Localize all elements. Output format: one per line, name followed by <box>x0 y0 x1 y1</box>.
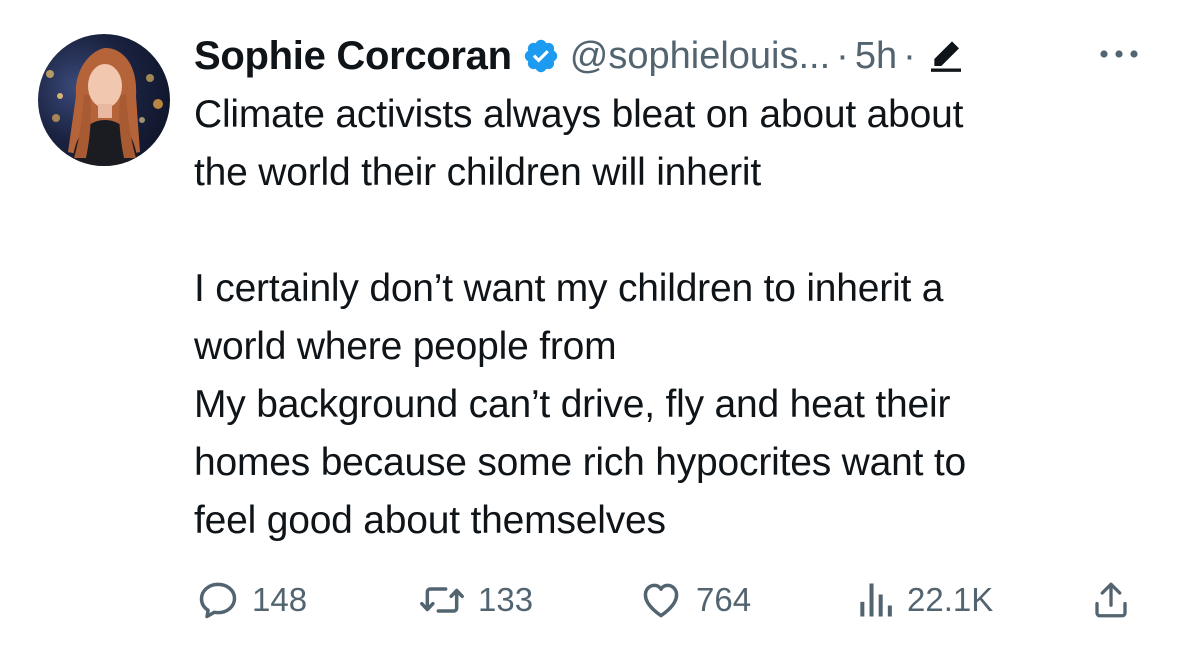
repost-icon <box>420 587 464 613</box>
tweet-card[interactable]: Sophie Corcoran @sophielouis... · 5h · C… <box>0 0 1179 652</box>
like-button[interactable]: 764 <box>638 570 751 630</box>
tweet-line: homes because some rich hypocrites want … <box>194 441 966 484</box>
edited-pencil-icon[interactable] <box>926 36 966 76</box>
repost-button[interactable]: 133 <box>418 570 533 630</box>
avatar[interactable] <box>38 34 170 166</box>
views-count: 22.1K <box>907 581 994 618</box>
tweet-text: Climate activists always bleat on about … <box>194 86 1154 550</box>
tweet-line: Climate activists always bleat on about … <box>194 93 964 136</box>
share-button[interactable] <box>1090 570 1132 630</box>
verified-badge-icon[interactable] <box>522 37 560 75</box>
tweet-header: Sophie Corcoran @sophielouis... · 5h · <box>194 28 966 84</box>
repost-count: 133 <box>478 581 534 618</box>
tweet-line: the world their children will inherit <box>194 151 762 194</box>
reply-icon <box>199 582 237 619</box>
tweet-line: My background can’t drive, fly and heat … <box>194 383 951 426</box>
like-heart-icon <box>643 583 679 618</box>
more-options-icon[interactable] <box>1097 44 1141 64</box>
tweet-line: I certainly don’t want my children to in… <box>194 267 944 310</box>
tweet-timestamp[interactable]: 5h <box>855 35 897 78</box>
like-count: 764 <box>696 581 752 618</box>
author-handle[interactable]: @sophielouis... <box>570 35 830 78</box>
reply-count: 148 <box>252 581 308 618</box>
separator-dot: · <box>836 34 849 77</box>
action-bar: 148 133 764 22.1K <box>0 570 1179 630</box>
views-bar-chart-icon <box>860 583 892 617</box>
tweet-line: feel good about themselves <box>194 499 666 542</box>
tweet-line: world where people from <box>194 325 617 368</box>
separator-dot: · <box>903 34 916 77</box>
views-button[interactable]: 22.1K <box>855 570 993 630</box>
author-name[interactable]: Sophie Corcoran <box>194 34 512 79</box>
share-icon <box>1095 582 1127 618</box>
reply-button[interactable]: 148 <box>196 570 307 630</box>
